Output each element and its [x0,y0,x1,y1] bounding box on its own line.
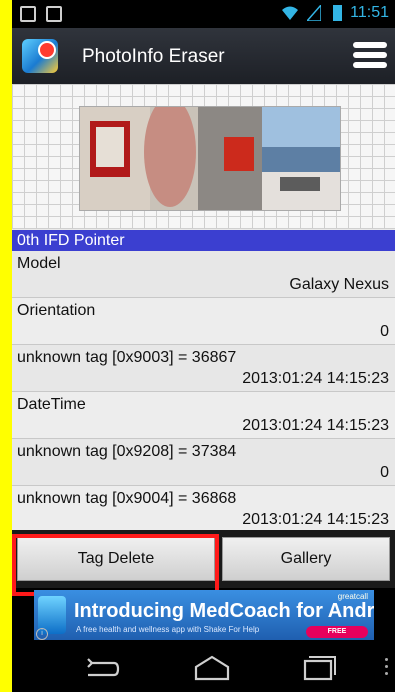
status-bar: 11:51 [12,0,395,28]
list-item[interactable]: Orientation 0 [12,298,395,345]
ad-title: Introducing MedCoach for Android [74,600,374,622]
ad-subtitle: A free health and wellness app with Shak… [76,625,260,634]
tag-value: 2013:01:24 14:15:23 [242,511,389,528]
list-item[interactable]: DateTime 2013:01:24 14:15:23 [12,392,395,439]
back-icon[interactable] [82,653,122,683]
home-icon[interactable] [192,653,232,683]
app-notification-icon [46,6,62,22]
tag-value: 2013:01:24 14:15:23 [242,417,389,434]
section-header: 0th IFD Pointer [12,230,395,251]
list-item[interactable]: unknown tag [0x9003] = 36867 2013:01:24 … [12,345,395,392]
gallery-notification-icon [20,6,36,22]
app-bar: PhotoInfo Eraser [12,28,395,84]
status-time: 11:51 [350,4,389,21]
gallery-button[interactable]: Gallery [222,537,390,581]
image-preview-area [12,84,395,229]
wifi-icon [281,5,299,21]
recent-apps-icon[interactable] [297,653,337,683]
app-logo-icon [22,39,58,73]
button-bar: Tag Delete Gallery [12,530,395,588]
photo-thumbnail[interactable] [79,106,341,211]
battery-icon [333,5,343,21]
ad-download-button[interactable]: FREE DOWNLOAD [306,626,368,638]
tag-value: 0 [380,323,389,340]
signal-icon [307,5,325,21]
tag-value: 2013:01:24 14:15:23 [242,370,389,387]
list-item[interactable]: Model Galaxy Nexus [12,251,395,298]
tag-label: DateTime [17,396,86,413]
list-item[interactable]: unknown tag [0x9208] = 37384 0 [12,439,395,486]
tag-value: Galaxy Nexus [289,276,389,293]
menu-icon[interactable] [353,42,387,70]
tag-label: unknown tag [0x9208] = 37384 [17,443,237,460]
tag-label: unknown tag [0x9003] = 36867 [17,349,237,366]
tag-label: Orientation [17,302,96,319]
ad-banner[interactable]: i greatcall Introducing MedCoach for And… [34,590,374,640]
tag-label: Model [17,255,61,272]
exif-content: 0th IFD Pointer Model Galaxy Nexus Orien… [12,84,395,533]
app-title: PhotoInfo Eraser [82,46,225,67]
tag-value: 0 [380,464,389,481]
exif-tag-list: Model Galaxy Nexus Orientation 0 unknown… [12,251,395,533]
tag-delete-button[interactable]: Tag Delete [17,537,215,581]
tag-label: unknown tag [0x9004] = 36868 [17,490,237,507]
list-item[interactable]: unknown tag [0x9004] = 36868 2013:01:24 … [12,486,395,533]
overflow-menu-icon[interactable] [385,658,389,678]
phone-screen: 11:51 PhotoInfo Eraser 0th IFD Pointer M… [12,0,395,692]
ad-info-icon[interactable]: i [36,628,48,640]
navigation-bar [12,643,395,692]
